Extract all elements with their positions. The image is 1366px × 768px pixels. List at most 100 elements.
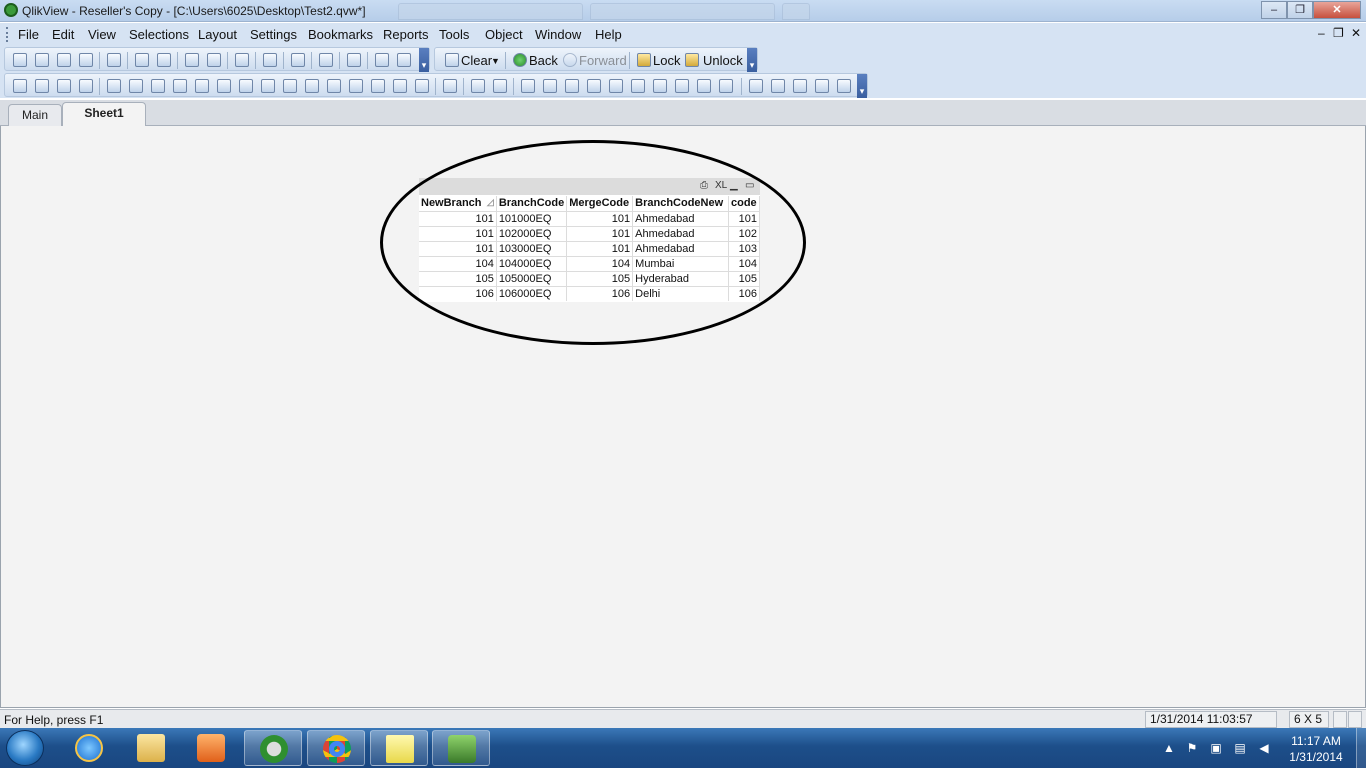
close-window-button[interactable]: ✕ <box>1313 1 1361 19</box>
column-header-mergecode[interactable]: MergeCode <box>566 196 634 211</box>
space-vertical-icon[interactable] <box>675 79 689 93</box>
align-top-icon[interactable] <box>631 79 645 93</box>
reload-icon[interactable] <box>57 53 71 67</box>
back-button[interactable]: Back <box>529 53 558 68</box>
cell-branchcodenew[interactable]: Ahmedabad <box>632 225 729 241</box>
container-icon[interactable] <box>393 79 407 93</box>
toolbar-overflow-chevron-icon[interactable]: ▾ <box>857 74 867 98</box>
bookmark-star-icon[interactable] <box>319 53 333 67</box>
document-properties-icon[interactable] <box>749 79 763 93</box>
promote-sheet-icon[interactable] <box>35 79 49 93</box>
menu-help[interactable]: Help <box>595 27 622 42</box>
align-left-icon[interactable] <box>521 79 535 93</box>
search-object-icon[interactable] <box>371 79 385 93</box>
document-support-icon[interactable] <box>837 79 851 93</box>
cell-newbranch[interactable]: 101 <box>419 225 497 241</box>
resize-grip[interactable] <box>1348 711 1362 728</box>
mdi-minimize-icon[interactable]: – <box>1318 26 1325 40</box>
line-arrow-object-icon[interactable] <box>305 79 319 93</box>
cell-branchcodenew[interactable]: Ahmedabad <box>632 210 729 226</box>
cell-branchcode[interactable]: 103000EQ <box>496 240 568 256</box>
align-bottom-icon[interactable] <box>587 79 601 93</box>
cell-branchcode[interactable]: 102000EQ <box>496 225 568 241</box>
volume-muted-icon[interactable]: ◀ <box>1257 741 1271 755</box>
sheet-properties-icon[interactable] <box>771 79 785 93</box>
edit-module-icon[interactable] <box>793 79 807 93</box>
undo-icon[interactable] <box>185 53 199 67</box>
cell-mergecode[interactable]: 104 <box>566 255 634 271</box>
column-header-branchcodenew[interactable]: BranchCodeNew <box>632 196 729 211</box>
cell-mergecode[interactable]: 101 <box>566 225 634 241</box>
edit-script-icon[interactable] <box>135 53 149 67</box>
internet-explorer-button[interactable] <box>60 730 118 766</box>
chart-icon[interactable] <box>195 79 209 93</box>
space-horizontal-icon[interactable] <box>653 79 667 93</box>
cell-branchcode[interactable]: 101000EQ <box>496 210 568 226</box>
cell-newbranch[interactable]: 105 <box>419 270 497 286</box>
text-object-icon[interactable] <box>283 79 297 93</box>
button-object-icon[interactable] <box>261 79 275 93</box>
listbox-icon[interactable] <box>107 79 121 93</box>
multibox-icon[interactable] <box>151 79 165 93</box>
menu-settings[interactable]: Settings <box>250 27 297 42</box>
network-icon[interactable]: ▤ <box>1233 741 1247 755</box>
network-tool-taskbar-button[interactable] <box>432 730 490 766</box>
menu-selections[interactable]: Selections <box>129 27 189 42</box>
file-explorer-button[interactable] <box>122 730 180 766</box>
cell-mergecode[interactable]: 105 <box>566 270 634 286</box>
menu-edit[interactable]: Edit <box>52 27 74 42</box>
column-header-code[interactable]: code <box>728 196 760 211</box>
cell-code[interactable]: 101 <box>728 210 760 226</box>
mdi-close-icon[interactable]: ✕ <box>1351 26 1361 40</box>
cell-code[interactable]: 102 <box>728 225 760 241</box>
new-sheet-icon[interactable] <box>13 79 27 93</box>
tab-main[interactable]: Main <box>8 104 62 126</box>
menu-layout[interactable]: Layout <box>198 27 237 42</box>
device-icon[interactable]: ▣ <box>1209 741 1223 755</box>
minimize-icon[interactable]: ▁ <box>730 180 738 191</box>
action-center-flag-icon[interactable]: ⚑ <box>1185 741 1199 755</box>
qlikview-taskbar-button[interactable] <box>244 730 302 766</box>
toolbar-overflow-chevron-icon[interactable]: ▾ <box>747 48 757 72</box>
cell-newbranch[interactable]: 106 <box>419 285 497 301</box>
cell-branchcode[interactable]: 104000EQ <box>496 255 568 271</box>
cell-newbranch[interactable]: 104 <box>419 255 497 271</box>
context-help-icon[interactable] <box>397 53 411 67</box>
save-icon[interactable] <box>79 53 93 67</box>
search-icon[interactable] <box>235 53 249 67</box>
sticky-notes-taskbar-button[interactable] <box>370 730 428 766</box>
align-right-icon[interactable] <box>565 79 579 93</box>
cell-branchcode[interactable]: 106000EQ <box>496 285 568 301</box>
menu-tools[interactable]: Tools <box>439 27 469 42</box>
menu-object[interactable]: Object <box>485 27 523 42</box>
toolbar-overflow-chevron-icon[interactable]: ▾ <box>419 48 429 72</box>
clear-button[interactable]: Clear <box>461 53 492 68</box>
adjust-left-icon[interactable] <box>697 79 711 93</box>
column-header-newbranch[interactable]: NewBranch ◿ <box>419 196 497 211</box>
cell-newbranch[interactable]: 101 <box>419 240 497 256</box>
chart-wizard-icon[interactable] <box>291 53 305 67</box>
unlock-button[interactable]: Unlock <box>703 53 743 68</box>
cell-code[interactable]: 104 <box>728 255 760 271</box>
report-edit-icon[interactable] <box>347 53 361 67</box>
table-box-caption[interactable]: ⎙ XL ▁ ▭ <box>419 178 760 195</box>
align-middle-icon[interactable] <box>609 79 623 93</box>
help-icon[interactable] <box>375 53 389 67</box>
show-hidden-icons-icon[interactable]: ▲ <box>1162 741 1176 755</box>
cell-mergecode[interactable]: 101 <box>566 240 634 256</box>
current-selections-icon[interactable] <box>263 53 277 67</box>
add-sheet-objects-icon[interactable] <box>79 79 93 93</box>
cell-branchcodenew[interactable]: Hyderabad <box>632 270 729 286</box>
menu-bookmarks[interactable]: Bookmarks <box>308 27 373 42</box>
current-selections-box-icon[interactable] <box>239 79 253 93</box>
reload-script-icon[interactable] <box>157 53 171 67</box>
align-center-icon[interactable] <box>543 79 557 93</box>
show-desktop-button[interactable] <box>1356 728 1366 768</box>
format-painter-icon[interactable] <box>471 79 485 93</box>
table-viewer-icon[interactable] <box>815 79 829 93</box>
system-clock[interactable]: 11:17 AM 1/31/2014 <box>1283 733 1349 765</box>
print-icon[interactable] <box>107 53 121 67</box>
cell-code[interactable]: 105 <box>728 270 760 286</box>
table-box[interactable]: ⎙ XL ▁ ▭ NewBranch ◿ BranchCode MergeCod… <box>419 178 760 302</box>
lock-button[interactable]: Lock <box>653 53 680 68</box>
